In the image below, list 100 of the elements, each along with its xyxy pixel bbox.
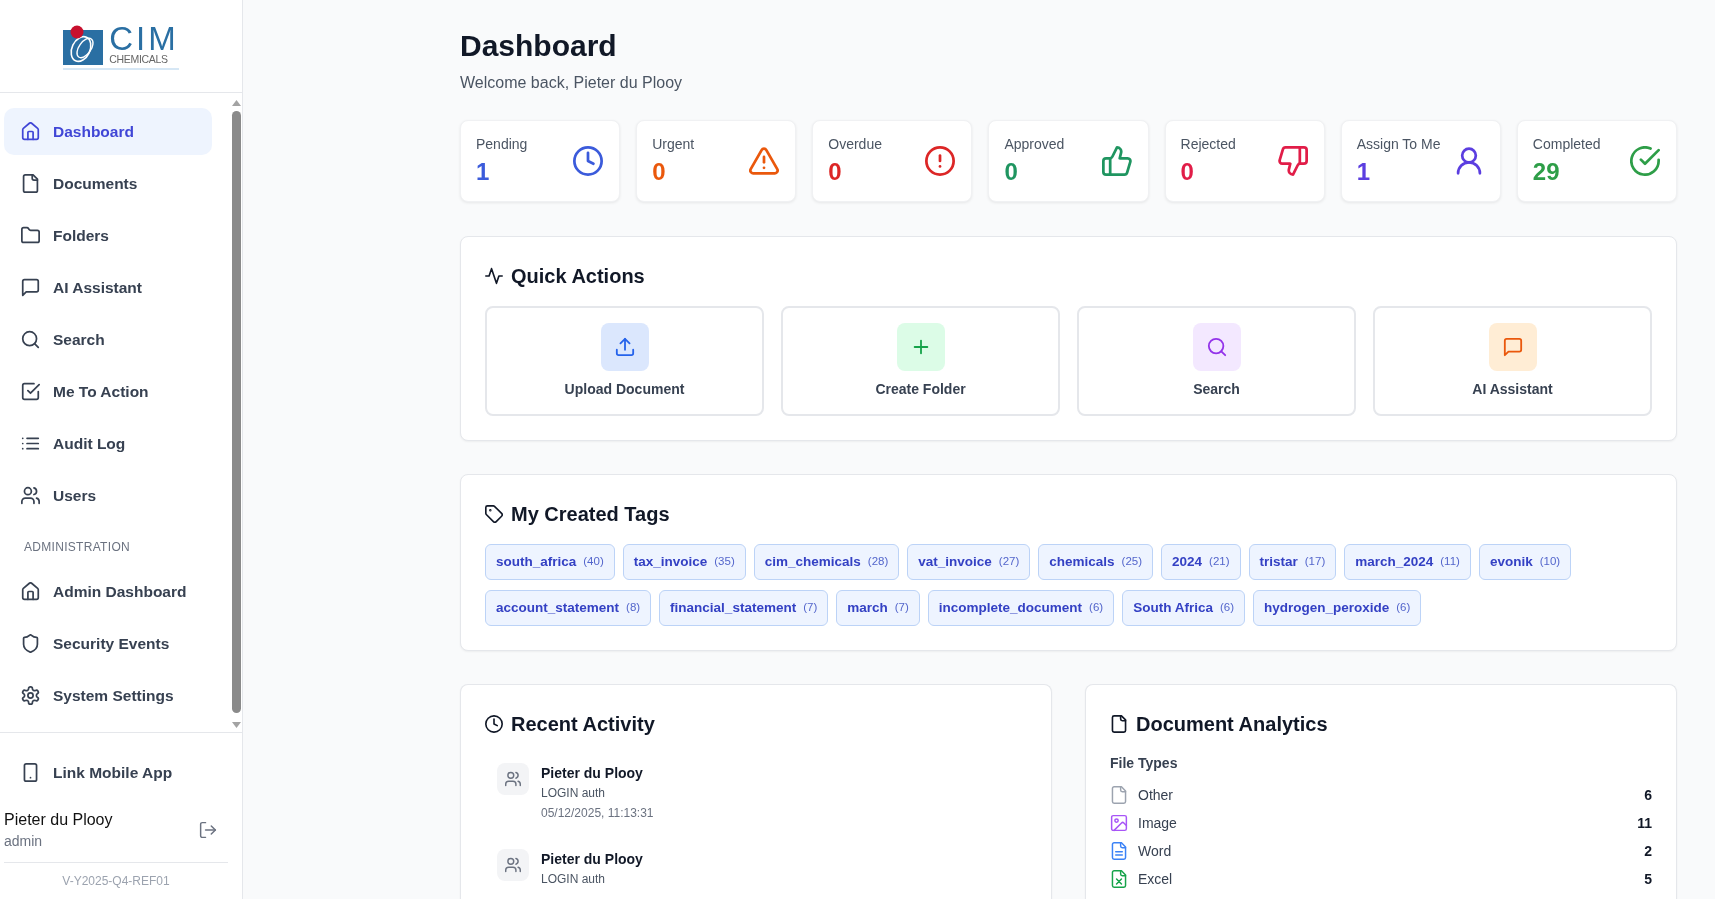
tag-chip[interactable]: 2024 (21): [1161, 544, 1241, 580]
users-icon: [497, 849, 529, 881]
logo-tagline: CHEMICALS: [109, 54, 169, 65]
chat-bubble-icon: [1488, 323, 1537, 371]
quick-action-button[interactable]: Search: [1077, 306, 1356, 416]
mobile-app-link[interactable]: Link Mobile App: [4, 749, 224, 796]
thumbs-up-icon: [1101, 146, 1132, 176]
stat-value: 0: [1180, 158, 1195, 186]
tag-chip[interactable]: financial_statement (7): [659, 590, 829, 626]
quick-action-button[interactable]: AI Assistant: [1373, 306, 1652, 416]
activity-time: 05/12/2025, 11:13:31: [541, 805, 654, 822]
clock-icon: [485, 715, 503, 733]
file-type-count: 2: [1644, 841, 1652, 861]
tag-chip[interactable]: tax_invoice (35): [622, 544, 746, 580]
tag-chip[interactable]: South Africa (6): [1122, 590, 1245, 626]
section-title: My Created Tags: [511, 502, 670, 527]
upload-icon: [600, 323, 649, 371]
home-icon: [21, 122, 40, 141]
activity-user: Pieter du Plooy: [541, 764, 644, 783]
users-icon: [497, 763, 529, 795]
clock-icon: [573, 146, 604, 176]
tag-chip[interactable]: south_africa (40): [485, 544, 615, 580]
stat-label: Urgent: [652, 135, 695, 154]
tag-chip[interactable]: incomplete_document (6): [927, 590, 1115, 626]
section-title: Quick Actions: [511, 264, 645, 289]
tag-chip[interactable]: account_statement (8): [485, 590, 652, 626]
user-name: Pieter du Plooy: [4, 810, 113, 830]
users-icon: [21, 486, 40, 505]
stat-value: 1: [1356, 158, 1372, 186]
file-type-name: Image: [1138, 813, 1177, 833]
page-title: Dashboard: [460, 28, 618, 64]
tag-chip[interactable]: chemicals (25): [1038, 544, 1153, 580]
plus-icon: [896, 323, 945, 371]
chat-bubble-icon: [21, 278, 40, 297]
nav-item[interactable]: Audit Log: [4, 420, 212, 467]
tag-chip[interactable]: hydrogen_peroxide (6): [1253, 590, 1422, 626]
logout-icon: [199, 821, 217, 839]
file-type-count: 6: [1644, 785, 1652, 805]
section-heading: ADMINISTRATION: [23, 539, 131, 556]
file-type-count: 11: [1637, 813, 1652, 833]
nav-item[interactable]: Users: [4, 472, 212, 519]
scroll-down-icon[interactable]: [231, 722, 241, 728]
tag-chip[interactable]: vat_invoice (27): [907, 544, 1031, 580]
file-type-name: Excel: [1138, 869, 1173, 889]
shield-icon: [21, 634, 40, 653]
nav-item[interactable]: System Settings: [4, 672, 212, 719]
stat-label: Completed: [1532, 135, 1601, 154]
file-type-count: 5: [1644, 869, 1652, 889]
tag-chip[interactable]: tristar (17): [1248, 544, 1337, 580]
checkbox-icon: [21, 382, 40, 401]
section-title: Recent Activity: [511, 712, 655, 737]
nav-item[interactable]: Dashboard: [4, 108, 212, 155]
nav-item[interactable]: Search: [4, 316, 212, 363]
subsection-title: File Types: [1110, 754, 1179, 773]
nav-item[interactable]: Security Events: [4, 620, 212, 667]
nav-item[interactable]: Documents: [4, 160, 212, 207]
tag-icon: [485, 505, 503, 523]
scroll-up-icon[interactable]: [231, 100, 241, 106]
activity-user: Pieter du Plooy: [541, 850, 643, 869]
welcome-text: Welcome back, Pieter du Plooy: [460, 73, 684, 93]
nav-item[interactable]: AI Assistant: [4, 264, 212, 311]
nav-item[interactable]: Folders: [4, 212, 212, 259]
stat-label: Assign To Me: [1356, 135, 1441, 154]
thumbs-down-icon: [1277, 146, 1308, 176]
nav-item[interactable]: Admin Dashboard: [4, 568, 212, 615]
activity-action: LOGIN auth: [541, 785, 607, 802]
tag-chip[interactable]: cim_chemicals (28): [753, 544, 900, 580]
stat-value: 0: [828, 158, 843, 186]
stat-label: Pending: [476, 135, 528, 154]
stat-value: 0: [652, 158, 667, 186]
quick-action-button[interactable]: Upload Document: [485, 306, 764, 416]
stat-value: 0: [1004, 158, 1019, 186]
scrollbar-thumb[interactable]: [231, 111, 241, 713]
pulse-icon: [485, 267, 503, 285]
document-icon: [21, 174, 40, 193]
activity-action: LOGIN auth: [541, 871, 607, 888]
user-role: admin: [4, 832, 44, 851]
stat-label: Rejected: [1180, 135, 1236, 154]
file-cross-icon: [1110, 870, 1128, 888]
image-icon: [1110, 814, 1128, 832]
file-icon: [1110, 786, 1128, 804]
home-icon: [21, 582, 40, 601]
file-type-name: Word: [1138, 841, 1172, 861]
document-icon: [1110, 715, 1128, 733]
nav-item[interactable]: Me To Action: [4, 368, 212, 415]
settings-icon: [21, 686, 40, 705]
tag-chip[interactable]: march_2024 (11): [1344, 544, 1471, 580]
section-title: Document Analytics: [1136, 712, 1328, 737]
check-circle-icon: [1630, 146, 1660, 176]
logout-button[interactable]: [199, 821, 217, 839]
alert-icon: [925, 146, 956, 176]
warning-icon: [749, 146, 780, 176]
logo-emblem-icon: [63, 24, 106, 65]
tag-chip[interactable]: evonik (10): [1478, 544, 1572, 580]
search-icon: [21, 330, 40, 349]
stat-label: Approved: [1004, 135, 1065, 154]
quick-action-button[interactable]: Create Folder: [781, 306, 1060, 416]
stat-label: Overdue: [828, 135, 882, 154]
stat-value: 1: [476, 158, 491, 186]
tag-chip[interactable]: march (7): [836, 590, 920, 626]
